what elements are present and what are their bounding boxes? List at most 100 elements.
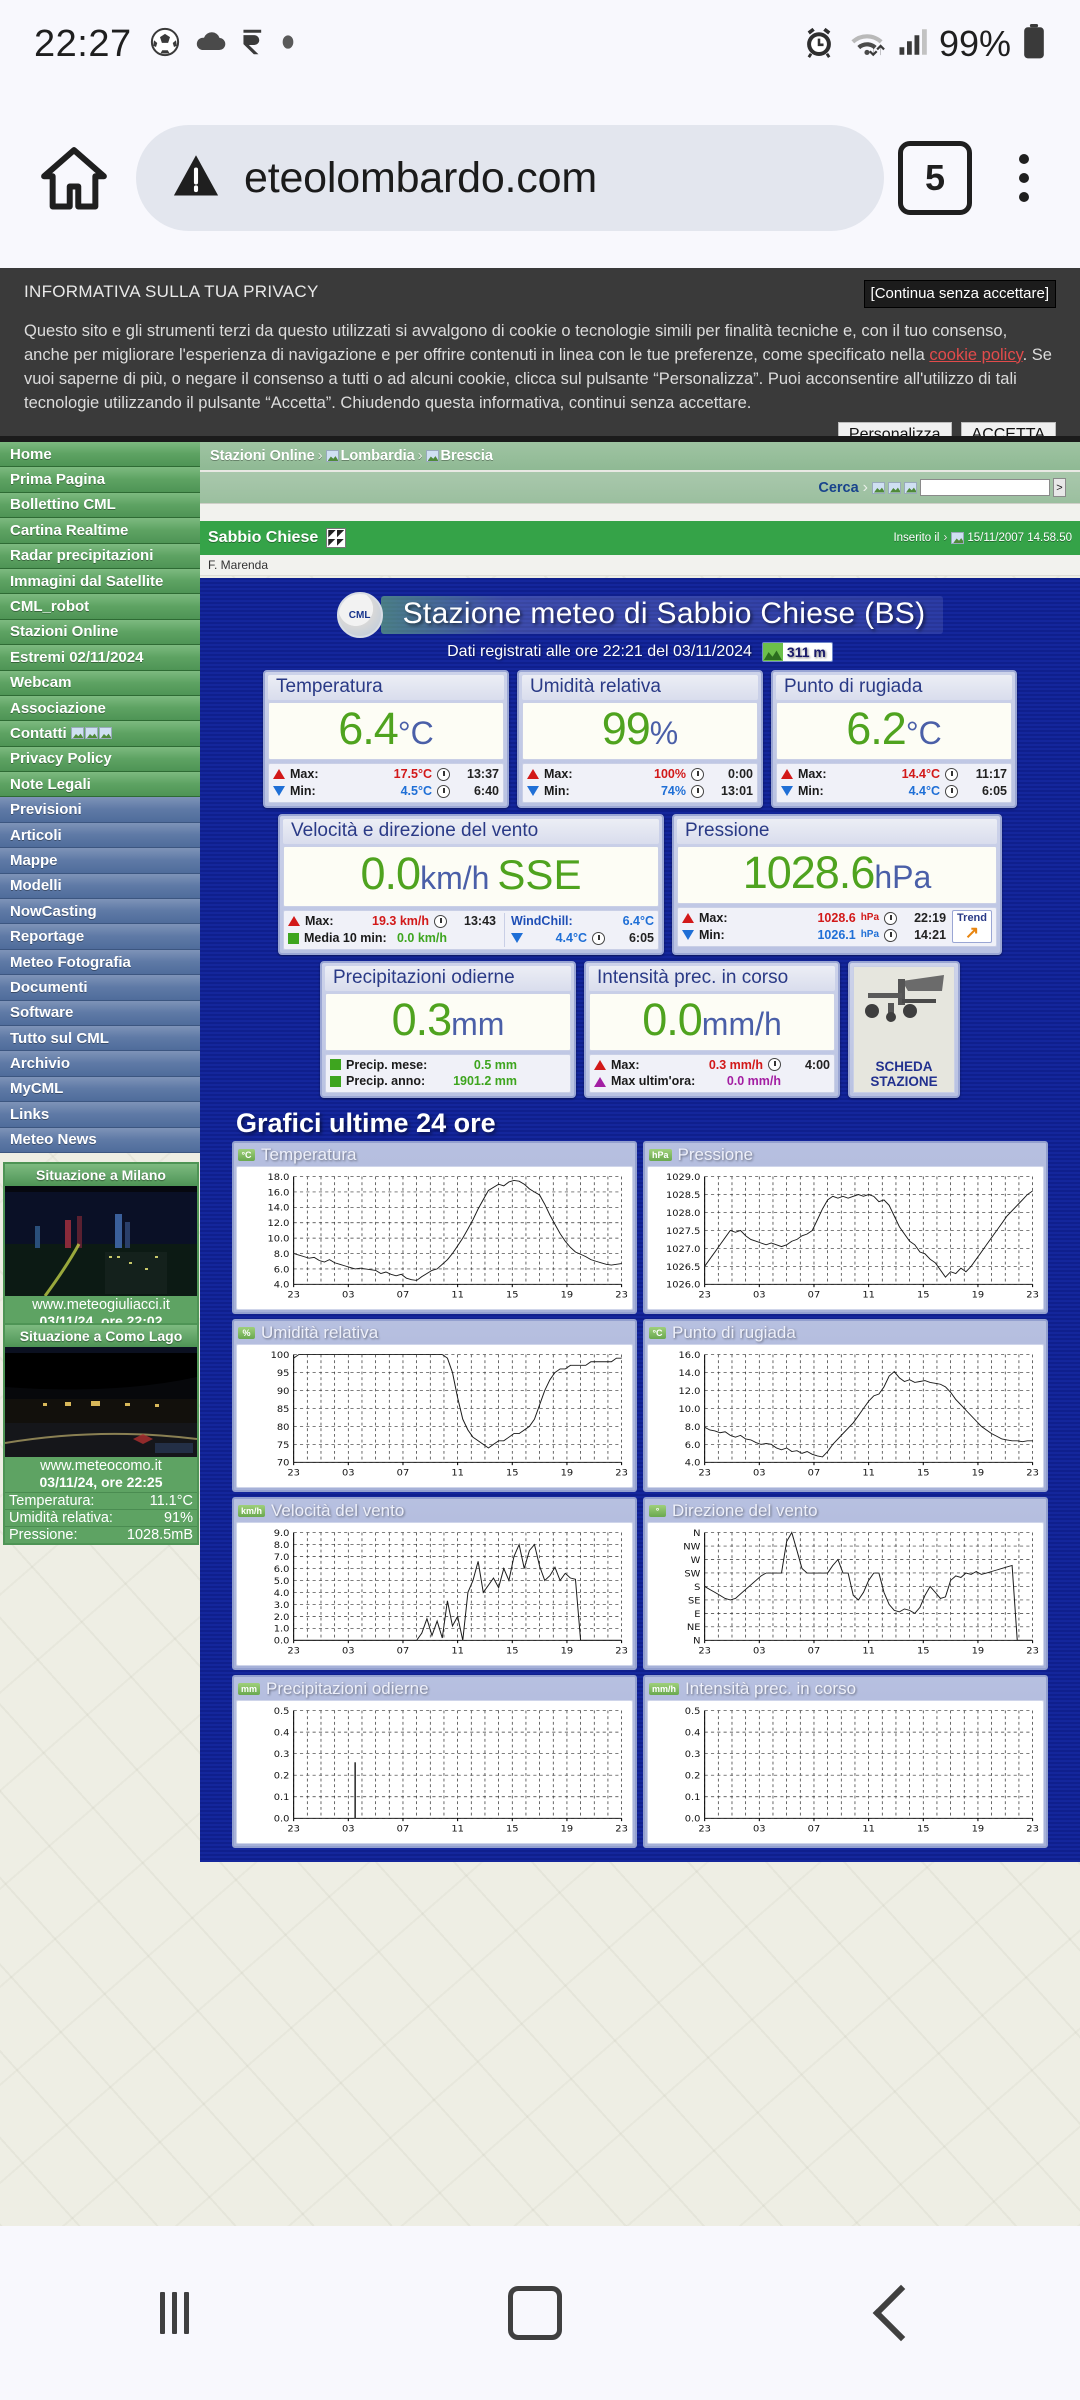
panel-stat-label: Media 10 min:	[304, 930, 387, 945]
chart-plot-area: 1029.0 1028.5 1028.0 1027.5 1027.0 1026.5 1026…	[647, 1166, 1044, 1311]
sidebar-item-estremi-02-11-2024[interactable]: Estremi 02/11/2024	[0, 645, 200, 671]
chart-direzione-del-vento[interactable]: ° Direzione del vento N NW W SW S SE E NE N 23 03 07 1…	[643, 1497, 1048, 1671]
panel-stat-value: 14.4°C	[901, 767, 940, 781]
sidebar-item-home[interactable]: Home	[0, 442, 200, 468]
sidebar-item-meteo-fotografia[interactable]: Meteo Fotografia	[0, 949, 200, 976]
svg-text:23: 23	[698, 1824, 711, 1834]
chart-velocit-del-vento[interactable]: km/h Velocità del vento 9.0 8.0 7.0 6.0 5.0 4.0…	[232, 1497, 637, 1671]
sidebar-item-bollettino-cml[interactable]: Bollettino CML	[0, 492, 200, 519]
panel-value-number: 6.2	[846, 703, 907, 754]
mountain-icon	[762, 643, 783, 661]
sidebar-item-software[interactable]: Software	[0, 1000, 200, 1026]
panel-stat-value: 0.0 km/h	[396, 930, 447, 945]
panel-title: Pressione	[677, 818, 997, 844]
tab-switcher-button[interactable]: 5	[898, 141, 972, 215]
home-square-icon[interactable]	[507, 2286, 562, 2340]
sidebar-item-stazioni-online[interactable]: Stazioni Online	[0, 619, 200, 646]
panel-stats: Max: 14.4°C 11:17 Min: 4.4°C 6:05	[776, 763, 1012, 803]
svg-text:8.0: 8.0	[274, 1250, 290, 1260]
webcam-site-url[interactable]: www.meteocomo.it	[5, 1457, 197, 1474]
triangle-up-red-icon	[288, 916, 300, 927]
sidebar-item-prima-pagina[interactable]: Prima Pagina	[0, 467, 200, 493]
sidebar-item-note-legali[interactable]: Note Legali	[0, 772, 200, 798]
address-bar[interactable]: eteolombardo.com	[136, 125, 884, 231]
back-chevron-icon[interactable]	[872, 2284, 929, 2342]
svg-text:SE: SE	[688, 1596, 701, 1606]
sidebar-item-mappe[interactable]: Mappe	[0, 848, 200, 874]
chart-title: Direzione del vento	[672, 1501, 818, 1521]
not-secure-warning-icon[interactable]	[170, 150, 222, 207]
svg-text:E: E	[694, 1609, 700, 1619]
sidebar-item-mycml[interactable]: MyCML	[0, 1076, 200, 1103]
panel-stat-time: 22:19	[914, 910, 947, 925]
recent-apps-icon[interactable]	[159, 2292, 189, 2334]
panel-title: Intensità prec. in corso	[589, 965, 835, 991]
sidebar-item-cartina-realtime[interactable]: Cartina Realtime	[0, 518, 200, 544]
scheda-line-1: SCHEDA	[875, 1059, 933, 1075]
breadcrumb: Stazioni Online › Lombardia › Brescia	[200, 442, 1080, 472]
svg-text:19: 19	[972, 1468, 985, 1478]
home-button[interactable]	[26, 130, 122, 226]
search-input[interactable]	[920, 479, 1050, 496]
webcam-image[interactable]	[5, 1347, 197, 1457]
panel-value-number: 6.4	[338, 703, 399, 754]
breadcrumb-item-lombardia[interactable]: Lombardia	[341, 448, 415, 464]
sidebar-item-documenti[interactable]: Documenti	[0, 975, 200, 1001]
svg-text:0.1: 0.1	[685, 1793, 701, 1803]
fullscreen-icon[interactable]	[326, 528, 347, 548]
webcam-data-row: Umidità relativa: 91%	[5, 1509, 197, 1526]
pressure-trend-button[interactable]: Trend ↗	[952, 910, 992, 944]
webcam-data-label: Pressione:	[9, 1527, 78, 1543]
sidebar-item-cml-robot[interactable]: CML_robot	[0, 594, 200, 620]
android-navigation-bar	[0, 2226, 1080, 2400]
sidebar-item-immagini-dal-satellite[interactable]: Immagini dal Satellite	[0, 568, 200, 595]
chart-temperatura[interactable]: °C Temperatura 18.0 16.0 14.0 12.0 10.0 8.0 6.0 4…	[232, 1141, 637, 1315]
sidebar-item-webcam[interactable]: Webcam	[0, 670, 200, 696]
sidebar-item-articoli[interactable]: Articoli	[0, 822, 200, 849]
svg-text:9.0: 9.0	[274, 1529, 290, 1539]
scheda-stazione-button[interactable]: SCHEDA STAZIONE	[848, 960, 960, 1099]
sidebar-item-previsioni[interactable]: Previsioni	[0, 797, 200, 823]
browser-menu-button[interactable]	[994, 154, 1054, 202]
webcam-image[interactable]	[5, 1186, 197, 1296]
sidebar-item-archivio[interactable]: Archivio	[0, 1051, 200, 1077]
chart-punto-di-rugiada[interactable]: °C Punto di rugiada 16.0 14.0 12.0 10.0 8.0 6.0…	[643, 1319, 1048, 1493]
sidebar-item-reportage[interactable]: Reportage	[0, 924, 200, 950]
sidebar-item-meteo-news[interactable]: Meteo News	[0, 1127, 200, 1153]
svg-text:07: 07	[397, 1646, 410, 1656]
sidebar-item-associazione[interactable]: Associazione	[0, 695, 200, 722]
kebab-dot-3	[1019, 192, 1029, 202]
sidebar-item-contatti[interactable]: Contatti	[0, 721, 200, 747]
sidebar-item-links[interactable]: Links	[0, 1102, 200, 1128]
sidebar-item-radar-precipitazioni[interactable]: Radar precipitazioni	[0, 543, 200, 569]
svg-text:2.0: 2.0	[274, 1612, 290, 1622]
chart-header: mm/h Intensità prec. in corso	[647, 1679, 1044, 1700]
panel-stats: Max: 1028.6 hPa 22:19 Min: 1026.1 hPa 14:21 Tren…	[677, 906, 997, 947]
panel-title: Temperatura	[268, 675, 504, 700]
sidebar-item-modelli[interactable]: Modelli	[0, 873, 200, 900]
panel-stat-row: Max: 14.4°C 11:17	[781, 766, 1007, 783]
svg-text:03: 03	[753, 1290, 766, 1300]
panel-stat-label: Max:	[798, 767, 827, 781]
search-label: Cerca	[818, 479, 859, 496]
sidebar-item-nowcasting[interactable]: NowCasting	[0, 899, 200, 925]
webcam-site-url[interactable]: www.meteogiuliacci.it	[5, 1296, 197, 1313]
chart-header: hPa Pressione	[647, 1145, 1044, 1166]
windchill-row: WindChill: 6.4°C	[511, 913, 654, 930]
panel-value-unit: mm	[451, 1005, 505, 1042]
sidebar-item-privacy-policy[interactable]: Privacy Policy	[0, 746, 200, 773]
svg-text:23: 23	[698, 1468, 711, 1478]
svg-text:03: 03	[753, 1468, 766, 1478]
chart-pressione[interactable]: hPa Pressione 1029.0 1028.5 1028.0 1027.5 1027…	[643, 1141, 1048, 1315]
breadcrumb-item-stazioni-online[interactable]: Stazioni Online	[210, 448, 315, 464]
continue-without-accepting-button[interactable]: [Continua senza accettare]	[863, 280, 1056, 308]
chart-precipitazioni-odierne[interactable]: mm Precipitazioni odierne 0.5 0.4 0.3 0.2 0.1 0…	[232, 1675, 637, 1849]
cookie-policy-link[interactable]: cookie policy	[929, 346, 1022, 364]
battery-icon	[1022, 23, 1046, 65]
chart-intensit-prec-in-corso[interactable]: mm/h Intensità prec. in corso 0.5 0.4 0.3 0.2…	[643, 1675, 1048, 1849]
search-submit-button[interactable]: >	[1053, 478, 1066, 497]
breadcrumb-item-brescia[interactable]: Brescia	[441, 448, 493, 464]
svg-text:11: 11	[451, 1646, 464, 1656]
sidebar-item-tutto-sul-cml[interactable]: Tutto sul CML	[0, 1025, 200, 1052]
chart-umidit-relativa[interactable]: % Umidità relativa 100 95 90 85 80 75 70 23 03 07 11…	[232, 1319, 637, 1493]
